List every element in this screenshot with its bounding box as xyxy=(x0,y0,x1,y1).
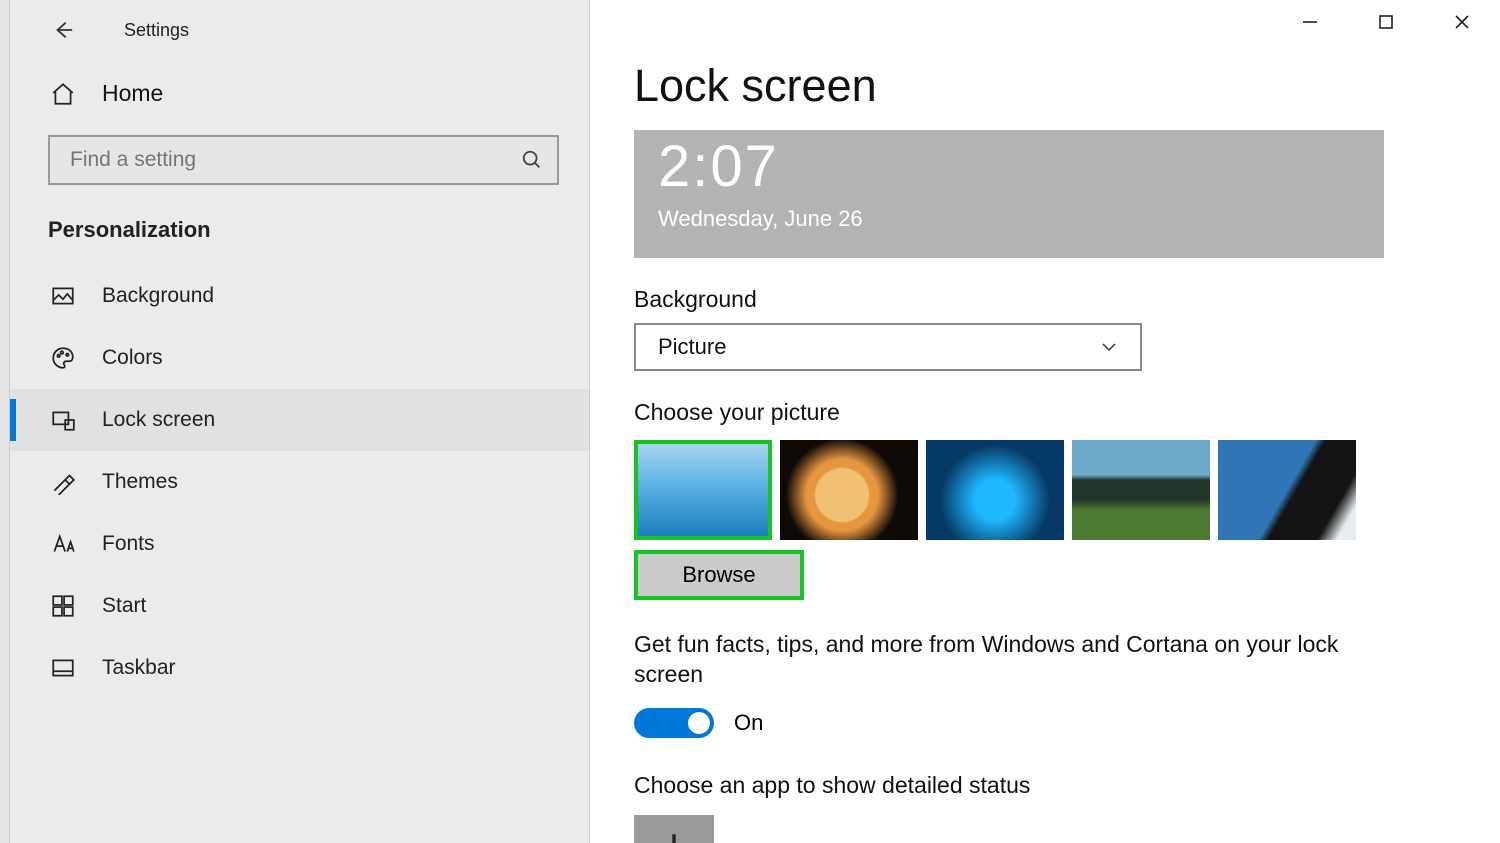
funfacts-toggle-row: On xyxy=(634,708,1450,738)
preview-date: Wednesday, June 26 xyxy=(658,206,1384,232)
sidebar-item-colors[interactable]: Colors xyxy=(10,327,589,389)
sidebar-item-label: Taskbar xyxy=(102,656,176,680)
funfacts-toggle[interactable] xyxy=(634,708,714,738)
choose-picture-label: Choose your picture xyxy=(634,399,1450,426)
home-icon xyxy=(50,81,76,107)
sidebar-item-start[interactable]: Start xyxy=(10,575,589,637)
browse-button-label: Browse xyxy=(682,562,755,588)
window-title: Settings xyxy=(124,20,189,41)
start-icon xyxy=(50,593,76,619)
sidebar-item-label: Start xyxy=(102,594,146,618)
funfacts-toggle-state: On xyxy=(734,710,763,736)
nav-home-label: Home xyxy=(102,80,163,107)
back-button[interactable] xyxy=(48,15,78,45)
left-edge-strip xyxy=(0,0,10,843)
add-detailed-status-app-button[interactable] xyxy=(634,815,714,843)
detailed-status-label: Choose an app to show detailed status xyxy=(634,772,1450,799)
lock-screen-preview: 2:07 Wednesday, June 26 xyxy=(634,130,1384,258)
plus-icon xyxy=(657,830,691,843)
picture-icon xyxy=(50,283,76,309)
sidebar-item-label: Fonts xyxy=(102,532,155,556)
page-title: Lock screen xyxy=(634,60,1450,112)
minimize-button[interactable] xyxy=(1292,10,1328,34)
themes-icon xyxy=(50,469,76,495)
sidebar-item-label: Lock screen xyxy=(102,408,215,432)
close-button[interactable] xyxy=(1444,10,1480,34)
nav-home[interactable]: Home xyxy=(10,50,589,127)
search-input[interactable] xyxy=(70,148,521,172)
background-dropdown[interactable]: Picture xyxy=(634,323,1142,371)
lock-screen-icon xyxy=(50,407,76,433)
preview-time: 2:07 xyxy=(658,138,1384,196)
picture-thumb-5[interactable] xyxy=(1218,440,1356,540)
taskbar-icon xyxy=(50,655,76,681)
sidebar-item-themes[interactable]: Themes xyxy=(10,451,589,513)
sidebar-item-label: Themes xyxy=(102,470,178,494)
sidebar-item-taskbar[interactable]: Taskbar xyxy=(10,637,589,699)
back-arrow-icon xyxy=(52,19,74,41)
picture-thumbnails xyxy=(634,440,1450,540)
search-wrap xyxy=(48,135,559,185)
funfacts-label: Get fun facts, tips, and more from Windo… xyxy=(634,630,1364,690)
browse-button[interactable]: Browse xyxy=(634,550,804,600)
picture-thumb-2[interactable] xyxy=(780,440,918,540)
background-label: Background xyxy=(634,286,1450,313)
settings-sidebar: Settings Home Personalization Background… xyxy=(10,0,590,843)
sidebar-item-background[interactable]: Background xyxy=(10,265,589,327)
picture-thumb-1[interactable] xyxy=(634,440,772,540)
sidebar-item-lock-screen[interactable]: Lock screen xyxy=(10,389,589,451)
palette-icon xyxy=(50,345,76,371)
maximize-button[interactable] xyxy=(1368,10,1404,34)
background-dropdown-value: Picture xyxy=(658,334,726,360)
sidebar-item-label: Background xyxy=(102,284,214,308)
window-buttons xyxy=(1292,10,1480,34)
sidebar-item-fonts[interactable]: Fonts xyxy=(10,513,589,575)
search-box[interactable] xyxy=(48,135,559,185)
sidebar-item-label: Colors xyxy=(102,346,163,370)
sidebar-section-label: Personalization xyxy=(10,209,589,265)
picture-thumb-4[interactable] xyxy=(1072,440,1210,540)
fonts-icon xyxy=(50,531,76,557)
titlebar: Settings xyxy=(10,10,589,50)
page-body: Lock screen 2:07 Wednesday, June 26 Back… xyxy=(590,0,1500,843)
chevron-down-icon xyxy=(1100,338,1118,356)
picture-thumb-3[interactable] xyxy=(926,440,1064,540)
main-content: Lock screen 2:07 Wednesday, June 26 Back… xyxy=(590,0,1500,843)
search-icon xyxy=(521,149,543,171)
